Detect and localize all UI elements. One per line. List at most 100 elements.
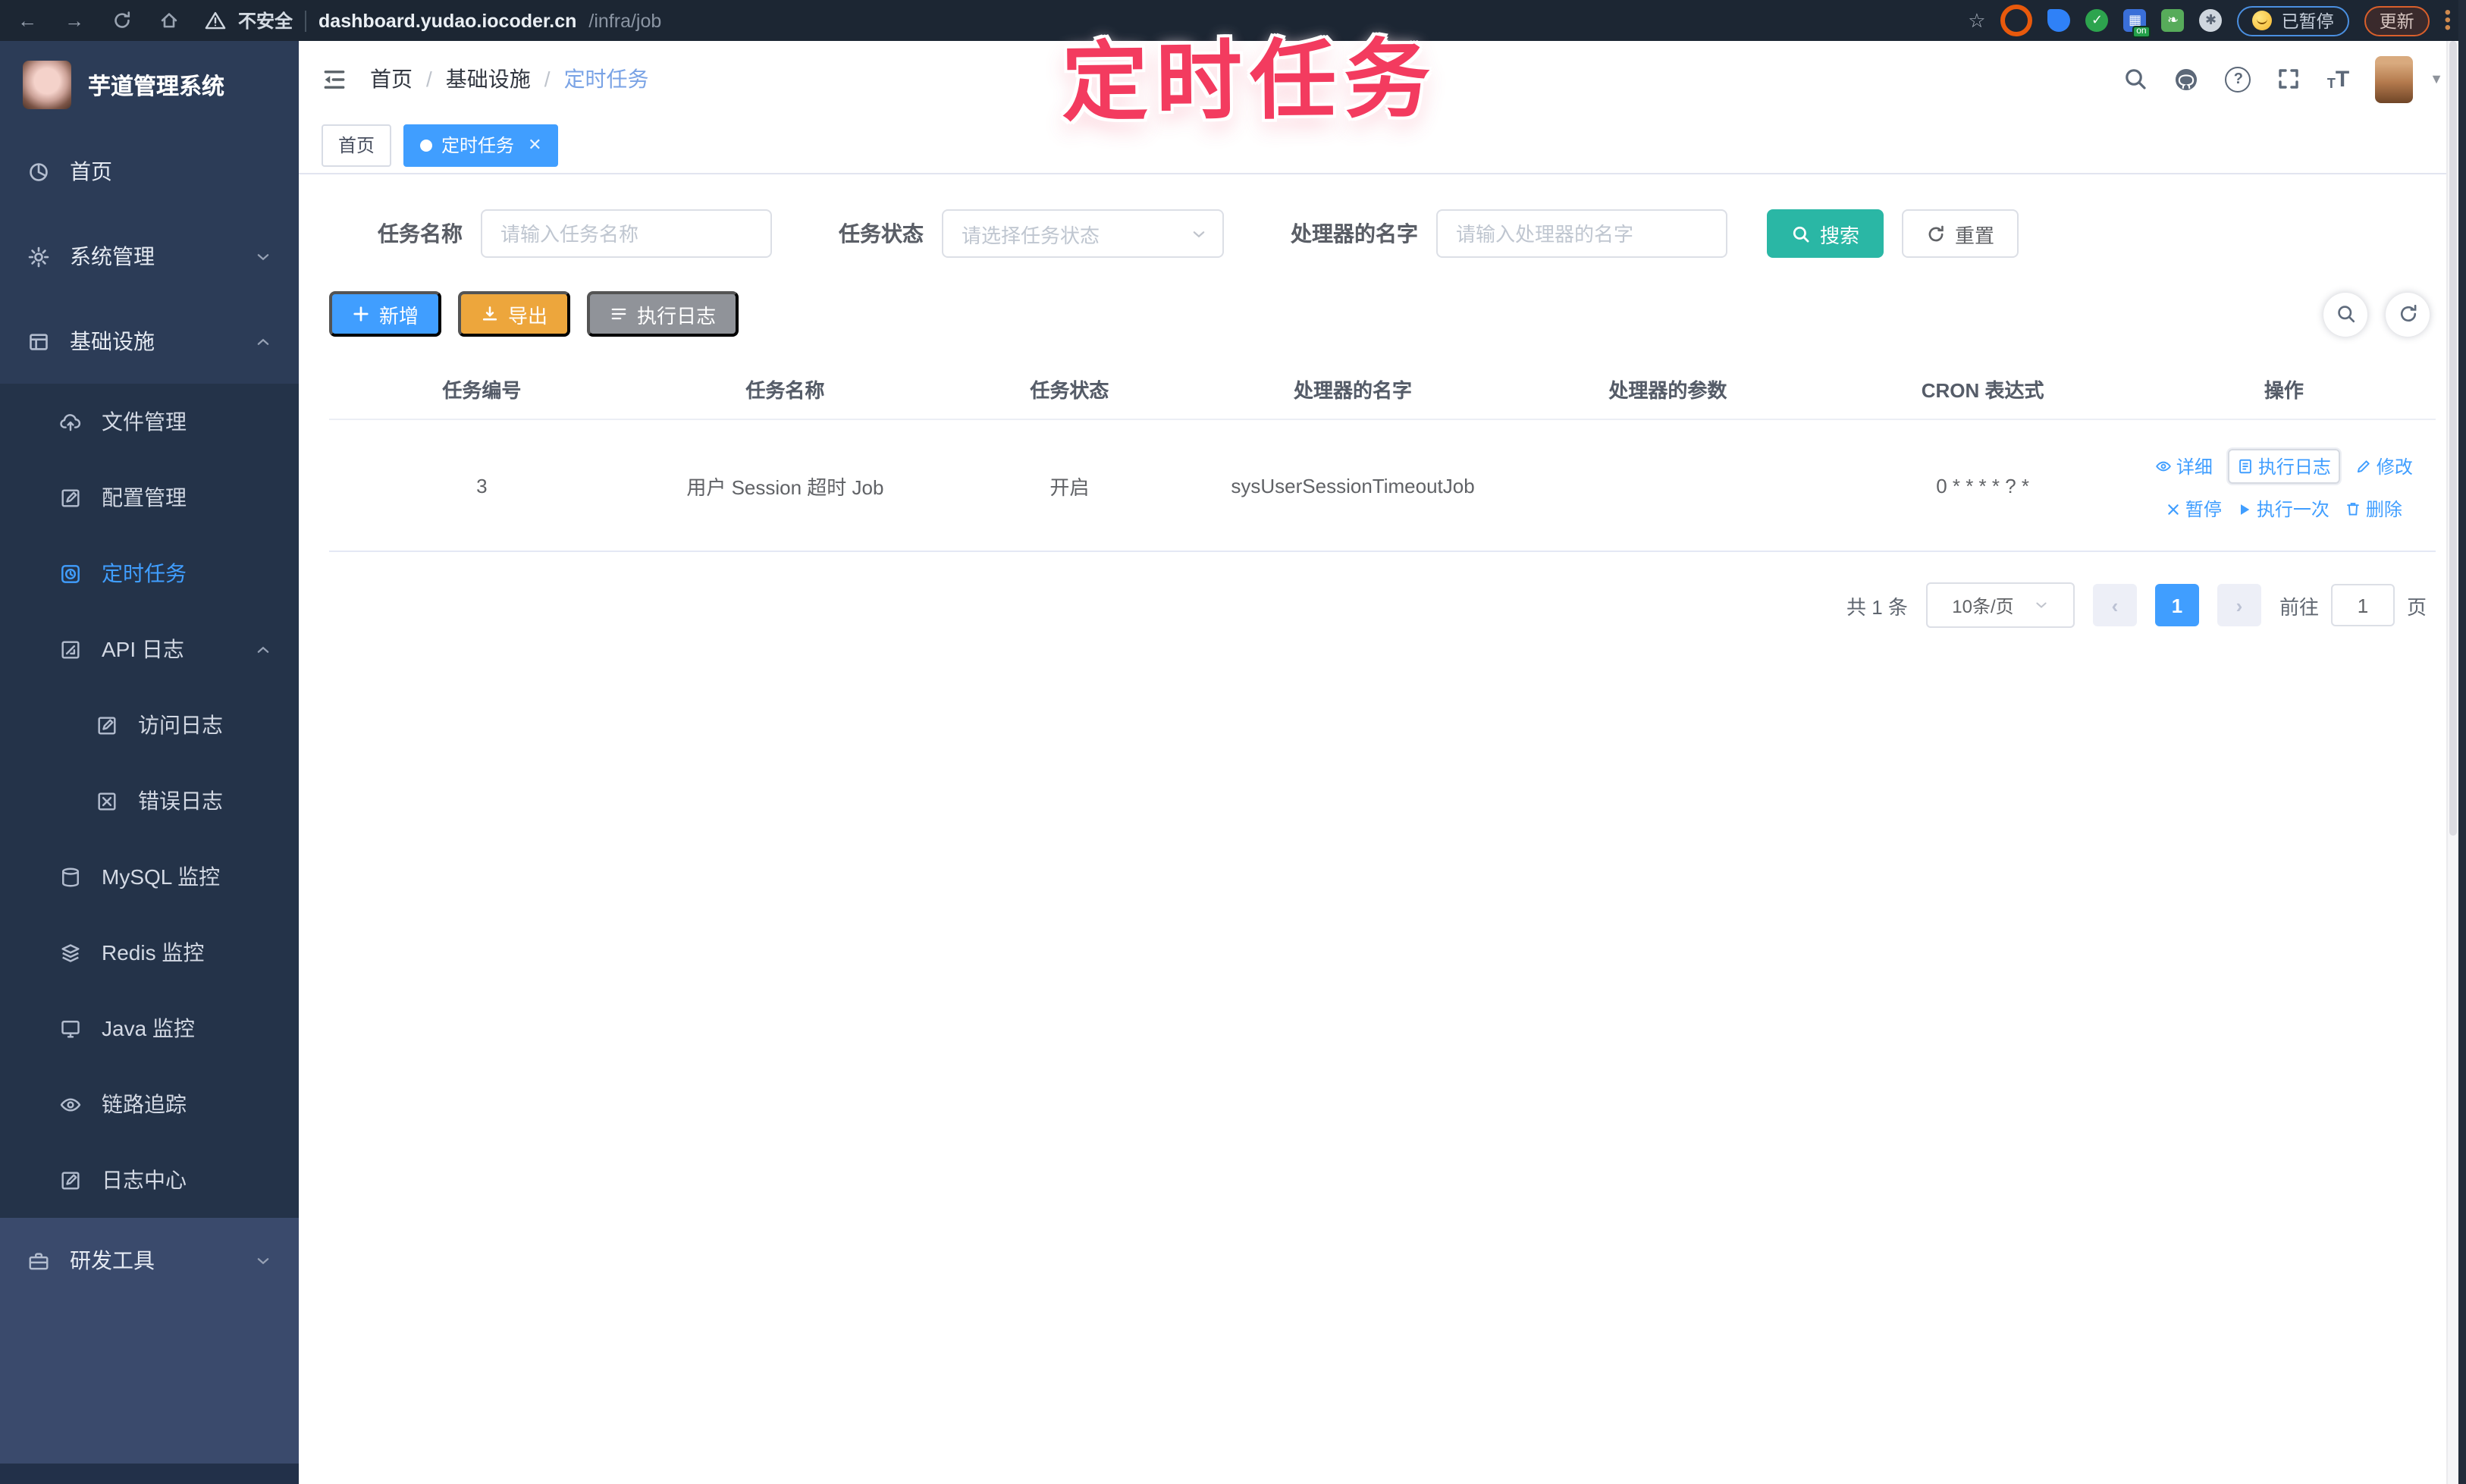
- sidebar-item-devtools[interactable]: 研发工具: [0, 1218, 299, 1303]
- sidebar-item-api-log[interactable]: API 日志: [0, 611, 299, 687]
- active-tab-dot-icon: [420, 139, 433, 151]
- trash-icon: [2347, 503, 2359, 516]
- goto-page-input[interactable]: [2330, 584, 2395, 626]
- prev-page-button[interactable]: ‹: [2092, 584, 2137, 626]
- browser-reload-icon[interactable]: [109, 8, 133, 33]
- security-label[interactable]: 不安全: [238, 8, 293, 33]
- chrome-update-button[interactable]: 更新: [2364, 5, 2430, 36]
- delete-link[interactable]: 删除: [2345, 496, 2402, 522]
- user-menu-caret-icon[interactable]: ▼: [2430, 71, 2443, 86]
- help-icon[interactable]: ?: [2225, 66, 2251, 92]
- cell-actions: 详细 执行日志 修改 暂停 执行一次 删除: [2132, 443, 2436, 528]
- sidebar-item-file[interactable]: 文件管理: [0, 384, 299, 460]
- sidebar-item-java[interactable]: Java 监控: [0, 990, 299, 1066]
- github-icon[interactable]: [2174, 66, 2200, 92]
- pencil-icon: [2357, 460, 2370, 473]
- cell-handler-param: [1502, 479, 1833, 491]
- sidebar-item-log-center[interactable]: 日志中心: [0, 1142, 299, 1218]
- refresh-table-button[interactable]: [2386, 292, 2430, 336]
- sidebar-item-mysql[interactable]: MySQL 监控: [0, 839, 299, 915]
- search-icon[interactable]: [2124, 67, 2148, 91]
- user-avatar[interactable]: [2375, 55, 2414, 102]
- annotation-title: 定时任务: [1061, 31, 1438, 133]
- sidebar-item-home[interactable]: 首页: [0, 129, 299, 214]
- layers-icon: [61, 943, 80, 962]
- font-size-icon[interactable]: TT: [2327, 67, 2349, 90]
- extension-icon-blue-grid[interactable]: ▦ on: [2123, 9, 2151, 38]
- url-host[interactable]: dashboard.yudao.iocoder.cn: [318, 10, 576, 31]
- sidebar-section-devtools: 研发工具: [0, 1218, 299, 1464]
- extension-icon-green-check[interactable]: ✓: [2085, 9, 2109, 32]
- col-header-id: 任务编号: [442, 378, 522, 401]
- browser-nav: ← →: [15, 8, 180, 33]
- eye-icon: [60, 1097, 81, 1111]
- x-icon: [2168, 504, 2179, 514]
- search-icon: [2337, 306, 2355, 323]
- total-count: 共 1 条: [1846, 595, 1908, 618]
- fullscreen-icon[interactable]: [2277, 67, 2301, 91]
- export-button[interactable]: 导出: [458, 291, 571, 337]
- page-size-select[interactable]: 10条/页: [1925, 582, 2075, 628]
- browser-home-icon[interactable]: [156, 8, 180, 33]
- sidebar-item-error-log[interactable]: 错误日志: [0, 763, 299, 839]
- col-header-handler: 处理器的名字: [1294, 378, 1413, 401]
- close-tab-icon[interactable]: ✕: [528, 135, 541, 155]
- url-path[interactable]: /infra/job: [588, 10, 661, 31]
- toggle-search-button[interactable]: [2323, 292, 2367, 336]
- job-status-label: 任务状态: [839, 221, 924, 246]
- sidebar-item-job[interactable]: 定时任务: [0, 535, 299, 611]
- breadcrumb-separator: /: [426, 67, 432, 91]
- scrollbar-thumb[interactable]: [2449, 41, 2457, 836]
- browser-extensions: ☆ ✓ ▦ on ❧ ✱ 已暂停 更新 • • •: [1968, 3, 2451, 38]
- extension-icon-paw[interactable]: ✱: [2199, 9, 2223, 32]
- add-button[interactable]: 新增: [329, 291, 442, 337]
- sidebar-item-config[interactable]: 配置管理: [0, 460, 299, 535]
- extension-icon-leaf[interactable]: ❧: [2161, 9, 2185, 32]
- chevron-down-icon: [257, 1257, 269, 1264]
- current-page-button[interactable]: 1: [2154, 584, 2199, 626]
- table-row: 3 用户 Session 超时 Job 开启 sysUserSessionTim…: [329, 420, 2436, 552]
- sidebar-item-trace[interactable]: 链路追踪: [0, 1066, 299, 1142]
- recorder-paused-badge[interactable]: 已暂停: [2237, 5, 2349, 36]
- exec-log-button[interactable]: 执行日志: [587, 291, 739, 337]
- search-button[interactable]: 搜索: [1767, 209, 1884, 258]
- handler-name-input[interactable]: [1436, 209, 1727, 258]
- browser-back-icon[interactable]: ←: [15, 8, 39, 33]
- sidebar-item-system[interactable]: 系统管理: [0, 214, 299, 299]
- chevron-down-icon: [2036, 602, 2047, 608]
- handler-name-label: 处理器的名字: [1291, 221, 1418, 246]
- page-unit-label: 页: [2406, 595, 2427, 618]
- next-page-button[interactable]: ›: [2217, 584, 2261, 626]
- sidebar-item-access-log[interactable]: 访问日志: [0, 687, 299, 763]
- row-exec-log-link[interactable]: 执行日志: [2227, 449, 2340, 484]
- address-bar[interactable]: 不安全 dashboard.yudao.iocoder.cn/infra/job: [205, 8, 661, 33]
- chevron-up-icon: [257, 337, 269, 344]
- run-once-link[interactable]: 执行一次: [2237, 496, 2330, 522]
- job-status-select[interactable]: 请选择任务状态: [942, 209, 1224, 258]
- tab-home[interactable]: 首页: [322, 124, 392, 166]
- app-logo-row[interactable]: 芋道管理系统: [0, 41, 299, 129]
- extension-icon-blue-drop[interactable]: [2047, 9, 2071, 32]
- sidebar-item-redis[interactable]: Redis 监控: [0, 915, 299, 990]
- table-header-row: 任务编号 任务名称 任务状态 处理器的名字 处理器的参数 CRON 表达式 操作: [329, 358, 2436, 420]
- page-content: 任务名称 任务状态 请选择任务状态 处理器的名字: [299, 174, 2466, 628]
- pause-link[interactable]: 暂停: [2166, 496, 2222, 522]
- job-name-input[interactable]: [481, 209, 772, 258]
- main-area: 首页 / 基础设施 / 定时任务 ? T T ▼ 首页 定时任务 ✕ 任务名称 …: [299, 41, 2466, 1484]
- sidebar-collapse-icon[interactable]: [322, 66, 347, 92]
- detail-link[interactable]: 详细: [2155, 453, 2213, 479]
- extension-icon-orange[interactable]: [2000, 5, 2033, 36]
- col-header-actions: 操作: [2264, 378, 2304, 401]
- page-scrollbar[interactable]: [2446, 41, 2458, 1484]
- browser-forward-icon[interactable]: →: [62, 8, 86, 33]
- breadcrumb-home[interactable]: 首页: [370, 64, 413, 94]
- document-icon: [2239, 459, 2251, 474]
- tab-job-active[interactable]: 定时任务 ✕: [403, 124, 559, 166]
- bookmark-star-icon[interactable]: ☆: [1968, 8, 1985, 33]
- browser-menu-icon[interactable]: • • •: [2445, 3, 2451, 36]
- reset-button[interactable]: 重置: [1902, 209, 2019, 258]
- search-icon: [1793, 225, 1809, 242]
- breadcrumb-infra[interactable]: 基础设施: [446, 64, 531, 94]
- edit-link[interactable]: 修改: [2355, 453, 2413, 479]
- sidebar-item-infra[interactable]: 基础设施: [0, 299, 299, 384]
